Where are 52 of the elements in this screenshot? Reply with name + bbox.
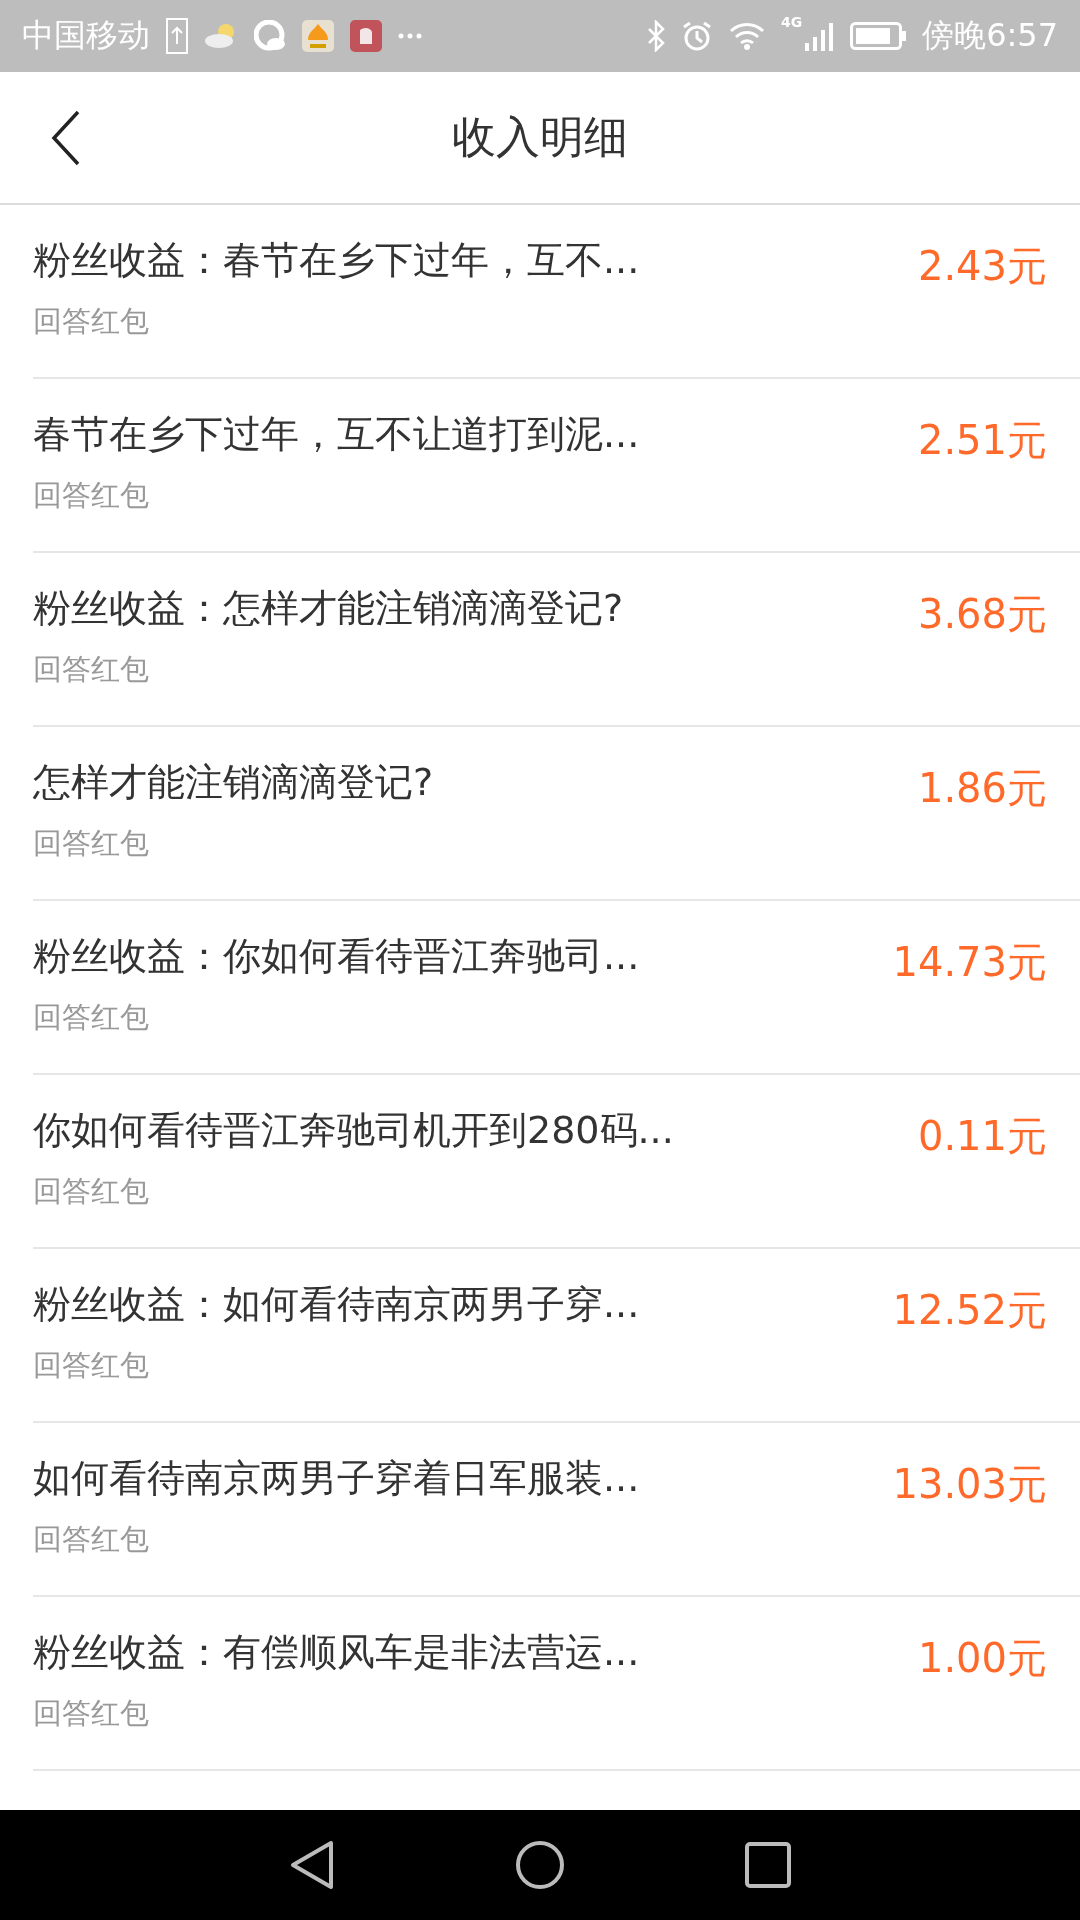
income-amount: 2.51元 <box>917 416 1047 465</box>
income-amount: 3.68元 <box>917 590 1047 639</box>
back-nav-button[interactable] <box>289 1840 335 1890</box>
card-app-icon <box>350 20 382 52</box>
income-row[interactable]: 怎样才能注销滴滴登记? 回答红包 1.86元 <box>33 727 1080 901</box>
income-type: 回答红包 <box>33 1695 150 1732</box>
income-title: 粉丝收益：春节在乡下过年，互不... <box>33 237 641 284</box>
income-amount: 13.03元 <box>892 1460 1047 1509</box>
income-type: 回答红包 <box>33 1173 150 1210</box>
battery-icon <box>850 22 907 50</box>
income-row[interactable]: 如何看待南京两男子穿着日军服装... 回答红包 13.03元 <box>33 1423 1080 1597</box>
income-row[interactable]: 粉丝收益：怎样才能注销滴滴登记? 回答红包 3.68元 <box>33 553 1080 727</box>
income-amount: 14.73元 <box>892 938 1047 987</box>
income-type: 回答红包 <box>33 651 150 688</box>
income-type: 回答红包 <box>33 1347 150 1384</box>
income-row[interactable]: 粉丝收益：有偿顺风车是非法营运... 回答红包 1.00元 <box>33 1597 1080 1771</box>
income-title: 粉丝收益：你如何看待晋江奔驰司... <box>33 933 641 980</box>
app-icon <box>254 20 286 52</box>
income-title: 粉丝收益：有偿顺风车是非法营运... <box>33 1629 641 1676</box>
bluetooth-icon <box>646 20 665 52</box>
wifi-icon <box>728 22 765 50</box>
income-row[interactable]: 春节在乡下过年，互不让道打到泥... 回答红包 2.51元 <box>33 379 1080 553</box>
income-title: 如何看待南京两男子穿着日军服装... <box>33 1455 641 1502</box>
income-amount: 1.86元 <box>917 764 1047 813</box>
income-title: 粉丝收益：怎样才能注销滴滴登记? <box>33 585 625 632</box>
income-row[interactable]: 粉丝收益：春节在乡下过年，互不... 回答红包 2.43元 <box>33 205 1080 379</box>
income-title: 怎样才能注销滴滴登记? <box>33 759 435 806</box>
income-type: 回答红包 <box>33 999 150 1036</box>
income-row[interactable]: 粉丝收益：如何看待南京两男子穿... 回答红包 12.52元 <box>33 1249 1080 1423</box>
income-title: 你如何看待晋江奔驰司机开到280码... <box>33 1107 675 1154</box>
income-type: 回答红包 <box>33 825 150 862</box>
income-type: 回答红包 <box>33 1521 150 1558</box>
income-amount: 2.43元 <box>917 242 1047 291</box>
income-amount: 1.00元 <box>917 1634 1047 1683</box>
more-icon <box>398 33 422 39</box>
carrier-name: 中国移动 <box>22 15 150 56</box>
income-type: 回答红包 <box>33 303 150 340</box>
income-title: 粉丝收益：如何看待南京两男子穿... <box>33 1281 641 1328</box>
home-nav-button[interactable] <box>515 1840 565 1890</box>
network-type: 4G <box>780 14 803 30</box>
income-title: 春节在乡下过年，互不让道打到泥... <box>33 411 641 458</box>
income-row[interactable]: 你如何看待晋江奔驰司机开到280码... 回答红包 0.11元 <box>33 1075 1080 1249</box>
income-row[interactable]: 粉丝收益：你如何看待晋江奔驰司... 回答红包 14.73元 <box>33 901 1080 1075</box>
clock-time: 傍晚6:57 <box>922 15 1058 56</box>
upload-icon <box>166 18 188 54</box>
income-amount: 12.52元 <box>892 1286 1047 1335</box>
income-amount: 0.11元 <box>917 1112 1047 1161</box>
income-type: 回答红包 <box>33 477 150 514</box>
recents-nav-button[interactable] <box>745 1842 791 1888</box>
signal-icon <box>804 21 835 51</box>
page-title: 收入明细 <box>452 110 628 164</box>
flame-app-icon <box>302 20 334 52</box>
